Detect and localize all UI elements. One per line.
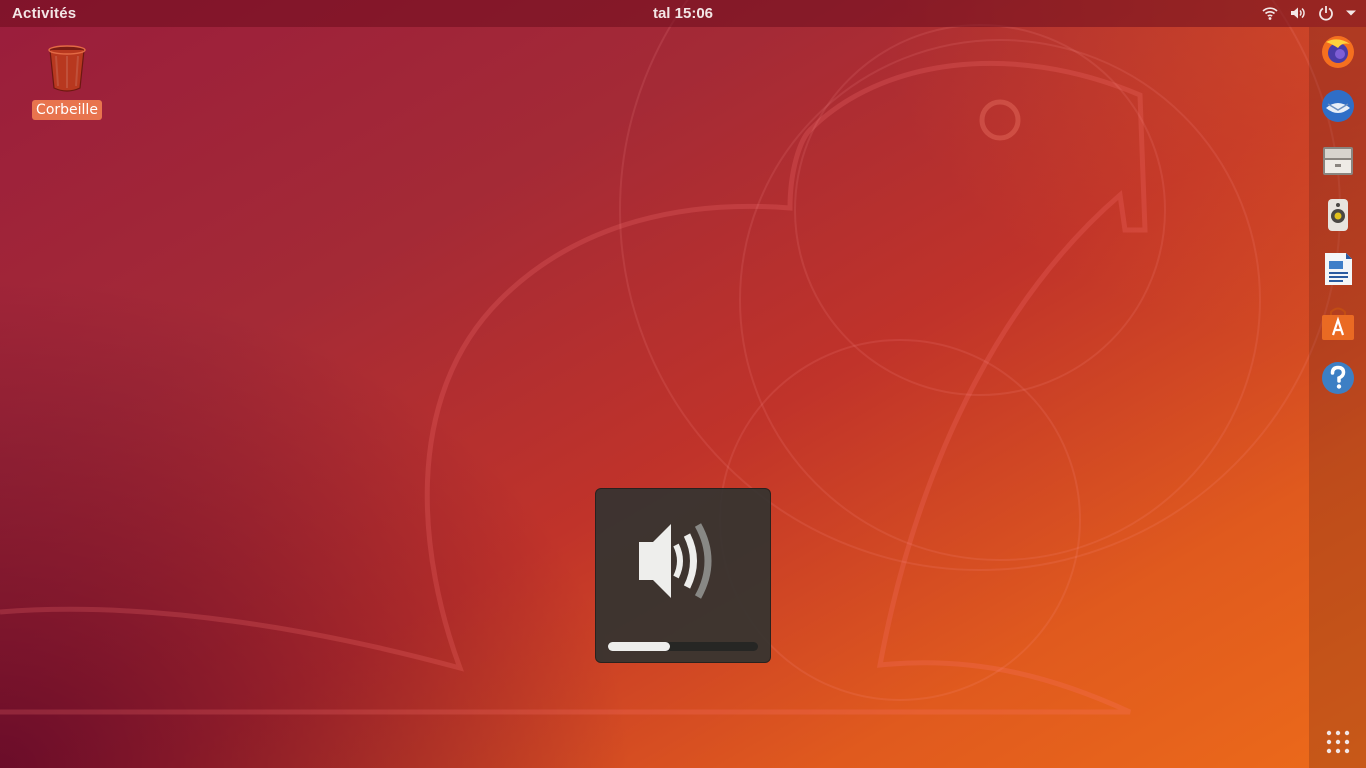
clock: tal 15:06 <box>0 5 1366 22</box>
files-icon <box>1323 147 1353 175</box>
grid-icon <box>1326 730 1350 754</box>
dock-item-thunderbird[interactable] <box>1320 88 1356 124</box>
volume-level-fill <box>608 642 670 651</box>
help-icon <box>1322 362 1354 394</box>
dock <box>1309 27 1366 768</box>
speaker-high-icon <box>639 523 712 599</box>
software-icon <box>1322 307 1354 340</box>
show-applications-button[interactable] <box>1320 724 1356 760</box>
dock-item-libreoffice-writer[interactable] <box>1320 251 1356 287</box>
chevron-down-icon <box>1346 10 1356 16</box>
system-tray[interactable] <box>1262 4 1356 22</box>
dock-item-rhythmbox[interactable] <box>1320 197 1356 233</box>
firefox-icon <box>1322 36 1354 68</box>
clock-label[interactable]: tal 15:06 <box>653 5 713 22</box>
volume-level-bar[interactable] <box>608 642 758 651</box>
dock-item-ubuntu-software[interactable] <box>1320 306 1356 342</box>
desktop-trash[interactable]: Corbeille <box>32 44 102 120</box>
dock-item-firefox[interactable] <box>1320 34 1356 70</box>
dock-item-files[interactable] <box>1320 143 1356 179</box>
thunderbird-icon <box>1322 90 1354 122</box>
rhythmbox-icon <box>1328 199 1348 231</box>
dock-item-help[interactable] <box>1320 360 1356 396</box>
volume-icon <box>1291 7 1305 19</box>
writer-icon <box>1325 253 1352 285</box>
trash-icon <box>48 45 86 92</box>
trash-label: Corbeille <box>32 100 102 120</box>
wifi-icon <box>1262 7 1278 20</box>
volume-osd <box>595 488 771 663</box>
power-icon <box>1319 6 1333 21</box>
top-bar: Activités tal 15:06 <box>0 0 1366 27</box>
activities-button[interactable]: Activités <box>12 5 76 22</box>
